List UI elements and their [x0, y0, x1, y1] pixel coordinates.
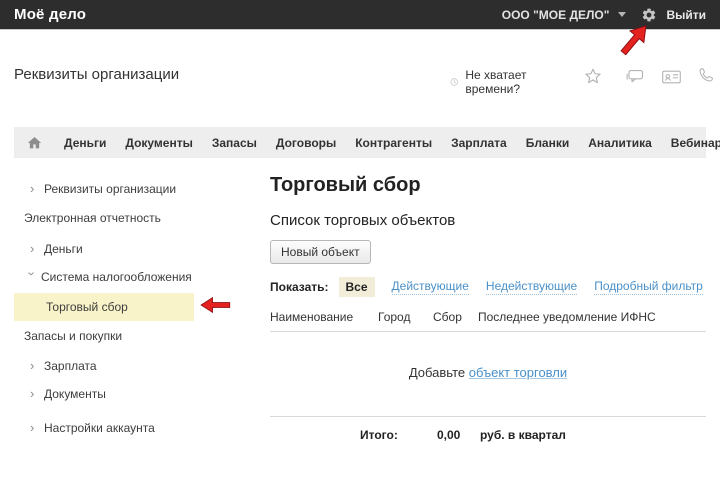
sidebar-item-money[interactable]: › Деньги: [14, 241, 83, 256]
tab-salary[interactable]: Зарплата: [451, 136, 507, 150]
col-header-last-notice: Последнее уведомление ИФНС: [478, 310, 656, 324]
filter-inactive-link[interactable]: Недействующие: [485, 279, 578, 295]
clock-icon: [450, 78, 458, 86]
main-nav: Деньги Документы Запасы Договоры Контраг…: [14, 127, 720, 158]
sidebar-item-label: Запасы и покупки: [24, 329, 123, 343]
chevron-right-icon: ›: [30, 386, 35, 401]
content-title: Торговый сбор: [270, 174, 421, 196]
content-subtitle: Список торговых объектов: [270, 212, 456, 229]
chevron-right-icon: ›: [30, 181, 35, 196]
sidebar-item-tax-system[interactable]: › Система налогообложения: [14, 269, 192, 284]
tab-documents[interactable]: Документы: [125, 136, 192, 150]
new-object-button[interactable]: Новый объект: [270, 240, 371, 264]
top-bar: Моё дело ООО "МОЕ ДЕЛО" Выйти: [0, 0, 720, 30]
totals-label: Итого:: [360, 428, 398, 442]
filter-all-chip[interactable]: Все: [338, 277, 375, 297]
help-link-label: Не хватает времени?: [465, 68, 527, 96]
col-header-fee: Сбор: [433, 310, 462, 324]
sidebar-item-documents[interactable]: › Документы: [14, 386, 106, 401]
sidebar-item-label: Торговый сбор: [46, 300, 128, 314]
star-icon[interactable]: [584, 67, 602, 85]
tab-webinars[interactable]: Вебинары: [671, 136, 720, 150]
sidebar-item-salary[interactable]: › Зарплата: [14, 358, 97, 373]
sidebar: › Реквизиты организации Электронная отче…: [14, 174, 264, 464]
totals-divider: [270, 416, 706, 417]
page: Моё дело ООО "МОЕ ДЕЛО" Выйти Реквизиты …: [0, 0, 720, 482]
tab-analytics[interactable]: Аналитика: [588, 136, 652, 150]
sidebar-item-label: Настройки аккаунта: [44, 420, 155, 435]
app-logo: Моё дело: [14, 6, 87, 23]
chevron-down-icon: ›: [24, 271, 40, 276]
tab-counterparties[interactable]: Контрагенты: [355, 136, 432, 150]
caret-down-icon[interactable]: [618, 12, 627, 17]
chevron-right-icon: ›: [30, 420, 35, 435]
tab-money[interactable]: Деньги: [64, 136, 106, 150]
tab-stocks[interactable]: Запасы: [212, 136, 257, 150]
sidebar-item-e-reporting[interactable]: Электронная отчетность: [14, 211, 161, 225]
sidebar-item-label: Реквизиты организации: [44, 181, 177, 196]
company-selector[interactable]: ООО "МОЕ ДЕЛО": [502, 8, 610, 22]
col-header-city: Город: [378, 310, 411, 324]
tab-forms[interactable]: Бланки: [526, 136, 570, 150]
sidebar-item-label: Система налогообложения: [41, 269, 192, 284]
home-icon[interactable]: [26, 135, 43, 151]
chevron-right-icon: ›: [30, 358, 35, 373]
col-header-name: Наименование: [270, 310, 354, 324]
totals-unit: руб. в квартал: [480, 428, 566, 442]
sidebar-item-label: Электронная отчетность: [24, 211, 161, 225]
sidebar-item-stocks-purchases[interactable]: Запасы и покупки: [14, 329, 122, 343]
page-title: Реквизиты организации: [14, 66, 180, 83]
logout-button[interactable]: Выйти: [666, 8, 706, 22]
gear-icon[interactable]: [641, 7, 657, 23]
chevron-right-icon: ›: [30, 241, 35, 256]
sidebar-item-requisites[interactable]: › Реквизиты организации: [14, 181, 176, 196]
add-trade-object-link[interactable]: объект торговли: [469, 365, 567, 380]
sidebar-item-account-settings[interactable]: › Настройки аккаунта: [14, 420, 155, 435]
sidebar-item-label: Документы: [44, 386, 106, 401]
totals-value: 0,00: [437, 428, 461, 442]
table-header-divider: [270, 331, 706, 332]
top-bar-right: ООО "МОЕ ДЕЛО" Выйти: [502, 7, 706, 23]
empty-state-row: Добавьте объект торговли: [270, 365, 706, 380]
sidebar-item-label: Деньги: [44, 241, 83, 256]
help-link[interactable]: Не хватает времени?: [450, 68, 528, 96]
filter-row: Показать: Все Действующие Недействующие …: [270, 277, 703, 297]
main-content: Торговый сбор Список торговых объектов Н…: [270, 170, 706, 470]
filter-label: Показать:: [270, 280, 329, 294]
phone-icon[interactable]: [698, 67, 716, 85]
filter-advanced-link[interactable]: Подробный фильтр: [594, 279, 703, 295]
chat-icon[interactable]: [626, 69, 644, 87]
empty-state-text: Добавьте: [408, 365, 466, 380]
red-arrow-annotation-sidebar: [200, 296, 231, 314]
id-card-icon[interactable]: [662, 70, 681, 88]
tab-contracts[interactable]: Договоры: [276, 136, 336, 150]
filter-active-link[interactable]: Действующие: [391, 279, 469, 295]
sidebar-item-label: Зарплата: [44, 358, 97, 373]
sidebar-item-trade-fee-active[interactable]: Торговый сбор: [14, 293, 194, 321]
